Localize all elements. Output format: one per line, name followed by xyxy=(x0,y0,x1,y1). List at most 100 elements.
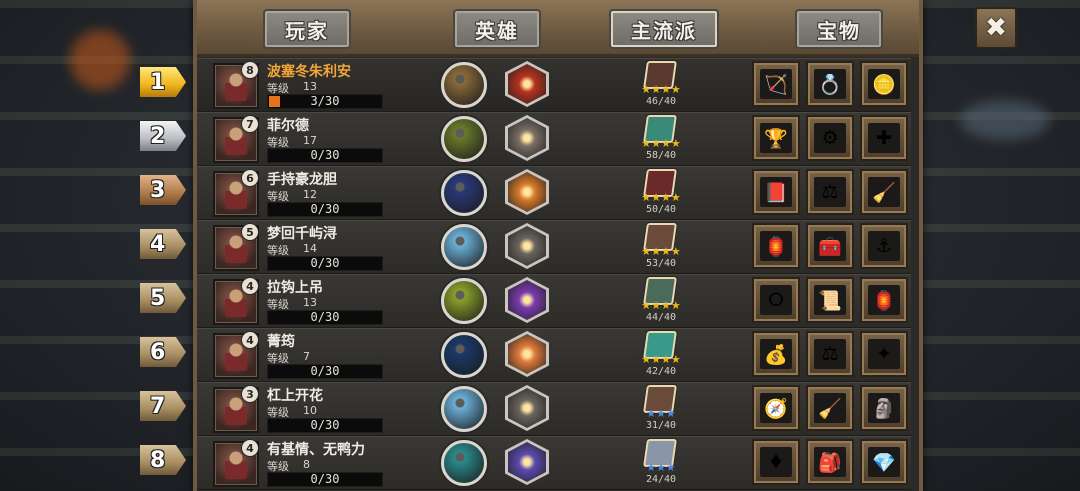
hero-skill-icon[interactable] xyxy=(441,170,487,216)
blue-crystal-icon: 💎 xyxy=(868,447,900,477)
treasure-slot[interactable]: ⭘ xyxy=(752,277,800,323)
level-value: 14 xyxy=(303,242,317,255)
star-level-badge: 8 xyxy=(241,61,259,79)
hero-skill-icon[interactable] xyxy=(441,440,487,486)
close-button[interactable]: ✖ xyxy=(975,7,1017,49)
tab-mainstream[interactable]: 主流派 xyxy=(609,9,719,49)
player-name[interactable]: 菲尔德 xyxy=(267,115,309,135)
treasure-slot[interactable]: 💎 xyxy=(860,439,908,485)
faction-hex-icon[interactable] xyxy=(505,169,549,215)
treasure-slot[interactable]: 💰 xyxy=(752,331,800,377)
treasure-slot[interactable]: ⚓ xyxy=(860,223,908,269)
treasure-slot[interactable]: ⚙ xyxy=(806,115,854,161)
faction-hex-icon[interactable] xyxy=(505,277,549,323)
player-name[interactable]: 拉钩上吊 xyxy=(267,277,323,297)
mainstream-score: 42/40 xyxy=(645,366,677,377)
progress-bar: 0/30 xyxy=(267,310,383,325)
faction-hex-icon[interactable] xyxy=(505,439,549,485)
hero-skill-icon[interactable] xyxy=(441,386,487,432)
progress-text: 3/30 xyxy=(310,94,340,108)
rating-stars: ★★★★ xyxy=(641,245,681,258)
goblet-icon: 🏆 xyxy=(760,123,792,153)
level-value: 10 xyxy=(303,404,317,417)
faction-hex-icon[interactable] xyxy=(505,115,549,161)
level-value: 8 xyxy=(303,458,310,471)
faction-hex-icon[interactable] xyxy=(505,385,549,431)
faction-hex-icon[interactable] xyxy=(505,331,549,377)
table-row[interactable]: 4 菁筠 等级 7 0/30 ★★★★ 42/40 💰 ⚖ ✦ xyxy=(197,328,911,382)
treasure-slot[interactable]: 💍 xyxy=(806,61,854,107)
anchor-icon: ⚓ xyxy=(868,231,900,261)
treasure-slot[interactable]: ✦ xyxy=(860,331,908,377)
background-right xyxy=(910,0,1080,491)
progress-bar: 0/30 xyxy=(267,256,383,271)
treasure-slot[interactable]: 🪙 xyxy=(860,61,908,107)
mainstream-score: 31/40 xyxy=(645,420,677,431)
treasure-slot[interactable]: 🎒 xyxy=(806,439,854,485)
progress-bar: 0/30 xyxy=(267,148,383,163)
player-name[interactable]: 杠上开花 xyxy=(267,385,323,405)
statue-icon: 🗿 xyxy=(868,393,900,423)
treasure-slot[interactable]: 🧹 xyxy=(860,169,908,215)
player-name[interactable]: 有基情、无鸭力 xyxy=(267,439,365,459)
faction-emblem-icon xyxy=(508,172,546,212)
mainstream-score: 44/40 xyxy=(645,312,677,323)
star-level-badge: 4 xyxy=(241,277,259,295)
treasure-slot[interactable]: ✚ xyxy=(860,115,908,161)
lantern-icon: 🏮 xyxy=(868,285,900,315)
table-row[interactable]: 3 杠上开花 等级 10 0/30 ★★★ 31/40 🧭 🧹 🗿 xyxy=(197,382,911,436)
progress-text: 0/30 xyxy=(310,364,340,378)
hero-skill-icon[interactable] xyxy=(441,116,487,162)
hero-skill-icon[interactable] xyxy=(441,62,487,108)
broom-icon: 🧹 xyxy=(868,177,900,207)
tab-players[interactable]: 玩家 xyxy=(263,9,351,49)
star-level-badge: 4 xyxy=(241,331,259,349)
treasure-slot[interactable]: 🏮 xyxy=(752,223,800,269)
tab-treasures[interactable]: 宝物 xyxy=(795,9,883,49)
treasure-slot[interactable]: 🏮 xyxy=(860,277,908,323)
treasure-slot[interactable]: ⚖ xyxy=(806,331,854,377)
faction-emblem-icon xyxy=(508,226,546,266)
table-row[interactable]: 5 梦回千屿浔 等级 14 0/30 ★★★★ 53/40 🏮 🧰 ⚓ xyxy=(197,220,911,274)
treasure-slot[interactable]: 🧰 xyxy=(806,223,854,269)
treasure-slot[interactable]: 🏹 xyxy=(752,61,800,107)
treasure-slot[interactable]: ♦ xyxy=(752,439,800,485)
hero-skill-icon[interactable] xyxy=(441,332,487,378)
treasure-slot[interactable]: 🏆 xyxy=(752,115,800,161)
star-level-badge: 5 xyxy=(241,223,259,241)
bracelet-icon: ⭘ xyxy=(760,285,792,315)
treasure-slot[interactable]: 🧭 xyxy=(752,385,800,431)
table-row[interactable]: 6 手持豪龙胆 等级 12 0/30 ★★★★ 50/40 📕 ⚖ 🧹 xyxy=(197,166,911,220)
player-name[interactable]: 菁筠 xyxy=(267,331,295,351)
table-row[interactable]: 4 有基情、无鸭力 等级 8 0/30 ★★★ 24/40 ♦ 🎒 💎 xyxy=(197,436,911,490)
faction-emblem-icon xyxy=(508,388,546,428)
player-name[interactable]: 波塞冬朱利安 xyxy=(267,61,351,81)
treasure-slot[interactable]: 📕 xyxy=(752,169,800,215)
tab-heroes[interactable]: 英雄 xyxy=(453,9,541,49)
table-row[interactable]: 8 波塞冬朱利安 等级 13 3/30 ★★★★ 46/40 🏹 💍 🪙 xyxy=(197,58,911,112)
treasure-slot[interactable]: 🧹 xyxy=(806,385,854,431)
mainstream-score: 24/40 xyxy=(645,474,677,485)
treasure-slot[interactable]: 🗿 xyxy=(860,385,908,431)
treasure-slot[interactable]: 📜 xyxy=(806,277,854,323)
rating-stars: ★★★★ xyxy=(641,299,681,312)
faction-hex-icon[interactable] xyxy=(505,223,549,269)
scroll-icon: 📜 xyxy=(814,285,846,315)
faction-emblem-icon xyxy=(508,118,546,158)
rating-stars: ★★★ xyxy=(646,461,676,474)
table-row[interactable]: 4 拉钩上吊 等级 13 0/30 ★★★★ 44/40 ⭘ 📜 🏮 xyxy=(197,274,911,328)
hero-skill-icon[interactable] xyxy=(441,278,487,324)
treasure-slot[interactable]: ⚖ xyxy=(806,169,854,215)
faction-hex-icon[interactable] xyxy=(505,61,549,107)
table-row[interactable]: 7 菲尔德 等级 17 0/30 ★★★★ 58/40 🏆 ⚙ ✚ xyxy=(197,112,911,166)
progress-text: 0/30 xyxy=(310,202,340,216)
hero-skill-icon[interactable] xyxy=(441,224,487,270)
progress-bar: 0/30 xyxy=(267,418,383,433)
player-name[interactable]: 手持豪龙胆 xyxy=(267,169,337,189)
crossbow-icon: 🏹 xyxy=(760,69,792,99)
mainstream-score: 53/40 xyxy=(645,258,677,269)
player-name[interactable]: 梦回千屿浔 xyxy=(267,223,337,243)
progress-bar: 0/30 xyxy=(267,364,383,379)
progress-text: 0/30 xyxy=(310,148,340,162)
level-value: 13 xyxy=(303,80,317,93)
